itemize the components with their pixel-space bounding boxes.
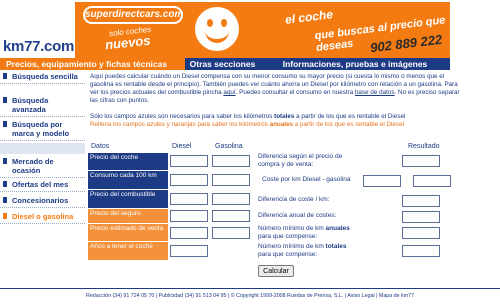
result-part: Número mínimo de km — [258, 243, 326, 250]
label-anos: Años a tener el coche — [88, 242, 168, 260]
header-resultado: Resultado — [408, 143, 440, 150]
diesel-precio-venta-input[interactable] — [170, 227, 208, 239]
label-consumo: Consumo cada 100 km — [88, 171, 168, 189]
logo-tld: .com — [40, 38, 74, 55]
sidebar-item-label: Búsqueda sencilla — [12, 72, 78, 81]
result-km-anuales-output[interactable] — [402, 227, 440, 239]
footer-text: Redacción (34) 91 724 05 70 | Publicidad… — [86, 293, 414, 299]
result-label-diferencia-anual: Diferencia anual de costes: — [258, 212, 337, 219]
footer-divider — [0, 288, 500, 289]
bullet-icon — [3, 73, 7, 79]
banner-slogan1: el coche — [284, 7, 334, 27]
result-bold: totales — [325, 243, 347, 250]
site-logo[interactable]: km77.com — [3, 38, 74, 55]
tab-informaciones[interactable]: Informaciones, pruebas e imágenes — [260, 58, 450, 70]
diesel-anos-input[interactable] — [170, 245, 208, 257]
label-precio-venta: Precio estimado de venta — [88, 224, 168, 241]
smiley-icon — [195, 7, 239, 51]
result-part: para que compense: — [258, 251, 318, 258]
main-nav: Precios, equipamiento y fichas técnicas … — [0, 58, 500, 70]
sidebar-item-label: Ofertas del mes — [12, 180, 69, 189]
diesel-consumo-input[interactable] — [170, 174, 208, 186]
sidebar-item-label: Mercado de ocasión — [12, 157, 54, 175]
result-label-km-totales: Número mínimo de km totales para que com… — [258, 243, 358, 259]
sidebar-item-concesionarios[interactable]: Concesionarios — [0, 194, 85, 208]
sidebar-item-mercado-ocasion[interactable]: Mercado de ocasión — [0, 155, 85, 178]
logo-main: km77 — [3, 38, 41, 55]
fuel-price-link[interactable]: aquí — [223, 89, 235, 96]
header-diesel: Diesel — [172, 143, 192, 150]
result-km-totales-output[interactable] — [402, 245, 440, 257]
diesel-precio-seguro-input[interactable] — [170, 210, 208, 222]
note-orange: Rellena los campos azules y naranjas par… — [90, 121, 462, 129]
result-diferencia-precio-output[interactable] — [402, 155, 440, 167]
sidebar-item-ofertas[interactable]: Ofertas del mes — [0, 178, 85, 192]
sidebar-item-busqueda-avanzada[interactable]: Búsqueda avanzada — [0, 94, 85, 117]
note-bold: anuales — [269, 121, 294, 128]
result-bold: anuales — [325, 225, 350, 232]
diesel-precio-coche-input[interactable] — [170, 155, 208, 167]
result-coste-km-gasolina-output[interactable] — [413, 175, 451, 187]
sidebar-item-label: Diesel o gasolina — [12, 212, 74, 221]
gasolina-precio-coche-input[interactable] — [212, 155, 250, 167]
note-bold: totales — [274, 113, 295, 120]
database-link[interactable]: base de datos — [355, 89, 395, 96]
sidebar-item-diesel-gasolina[interactable]: Diesel o gasolina — [0, 210, 85, 224]
tab-precios[interactable]: Precios, equipamiento y fichas técnicas — [0, 58, 185, 70]
bullet-icon — [3, 197, 7, 203]
note-blue: Sólo los campos azules son necesarios pa… — [90, 113, 462, 121]
label-precio-combustible: Precio del combustible — [88, 190, 168, 208]
bullet-icon — [3, 158, 7, 164]
banner-sub2: nuevos — [104, 32, 152, 53]
sidebar-item-label: Búsqueda por marca y modelo — [12, 120, 70, 138]
result-part: para que compense: — [258, 233, 318, 240]
result-label-diferencia-coste-km: Diferencia de coste / km: — [258, 196, 330, 203]
sidebar-item-label: Concesionarios — [12, 196, 69, 205]
gasolina-precio-venta-input[interactable] — [212, 227, 250, 239]
tab-otras-secciones[interactable]: Otras secciones — [185, 58, 260, 70]
result-label-coste-km: Coste por km Diesel - gasolina — [262, 176, 351, 183]
result-diferencia-anual-output[interactable] — [402, 211, 440, 223]
header-gasolina: Gasolina — [215, 143, 243, 150]
sidebar: Búsqueda sencilla Búsqueda avanzada Búsq… — [0, 70, 85, 280]
sidebar-item-busqueda-sencilla[interactable]: Búsqueda sencilla — [0, 70, 85, 84]
diesel-precio-combustible-input[interactable] — [170, 193, 208, 205]
note-part: Sólo los campos azules son necesarios pa… — [90, 113, 275, 120]
note-part: a partir de los que es rentable el Diese… — [293, 121, 404, 128]
label-precio-coche: Precio del coche — [88, 153, 168, 170]
note-part: Rellena los campos azules y naranjas par… — [90, 121, 270, 128]
result-diferencia-coste-km-output[interactable] — [402, 195, 440, 207]
calcular-button[interactable]: Calcular — [258, 265, 294, 277]
result-label-diferencia-precio: Diferencia según el precio de compra y d… — [258, 153, 343, 168]
label-precio-seguro: Precio del seguro — [88, 209, 168, 223]
bullet-icon — [3, 97, 7, 103]
bullet-icon — [3, 213, 7, 219]
sidebar-item-busqueda-marca[interactable]: Búsqueda por marca y modelo — [0, 118, 85, 141]
intro-text: Aquí puedes calcular cuándo un Diesel co… — [90, 73, 462, 105]
ad-banner[interactable]: superdirectcars.com solo coches nuevos e… — [75, 2, 450, 59]
gasolina-precio-seguro-input[interactable] — [212, 210, 250, 222]
note-part: a partir de los que es rentable el Diese… — [294, 113, 406, 120]
bullet-icon — [3, 121, 7, 127]
sidebar-item-label: Búsqueda avanzada — [12, 96, 49, 114]
intro-part: . Puedes consultar el consumo en nuestra — [235, 89, 355, 96]
result-part: Número mínimo de km — [258, 225, 326, 232]
result-coste-km-diesel-output[interactable] — [363, 175, 401, 187]
gasolina-precio-combustible-input[interactable] — [212, 193, 250, 205]
banner-brand: superdirectcars.com — [83, 6, 183, 24]
result-label-km-anuales: Número mínimo de km anuales para que com… — [258, 225, 358, 241]
header-datos: Datos — [91, 143, 110, 150]
gasolina-consumo-input[interactable] — [212, 174, 250, 186]
sidebar-divider — [0, 143, 85, 154]
bullet-icon — [3, 181, 7, 187]
